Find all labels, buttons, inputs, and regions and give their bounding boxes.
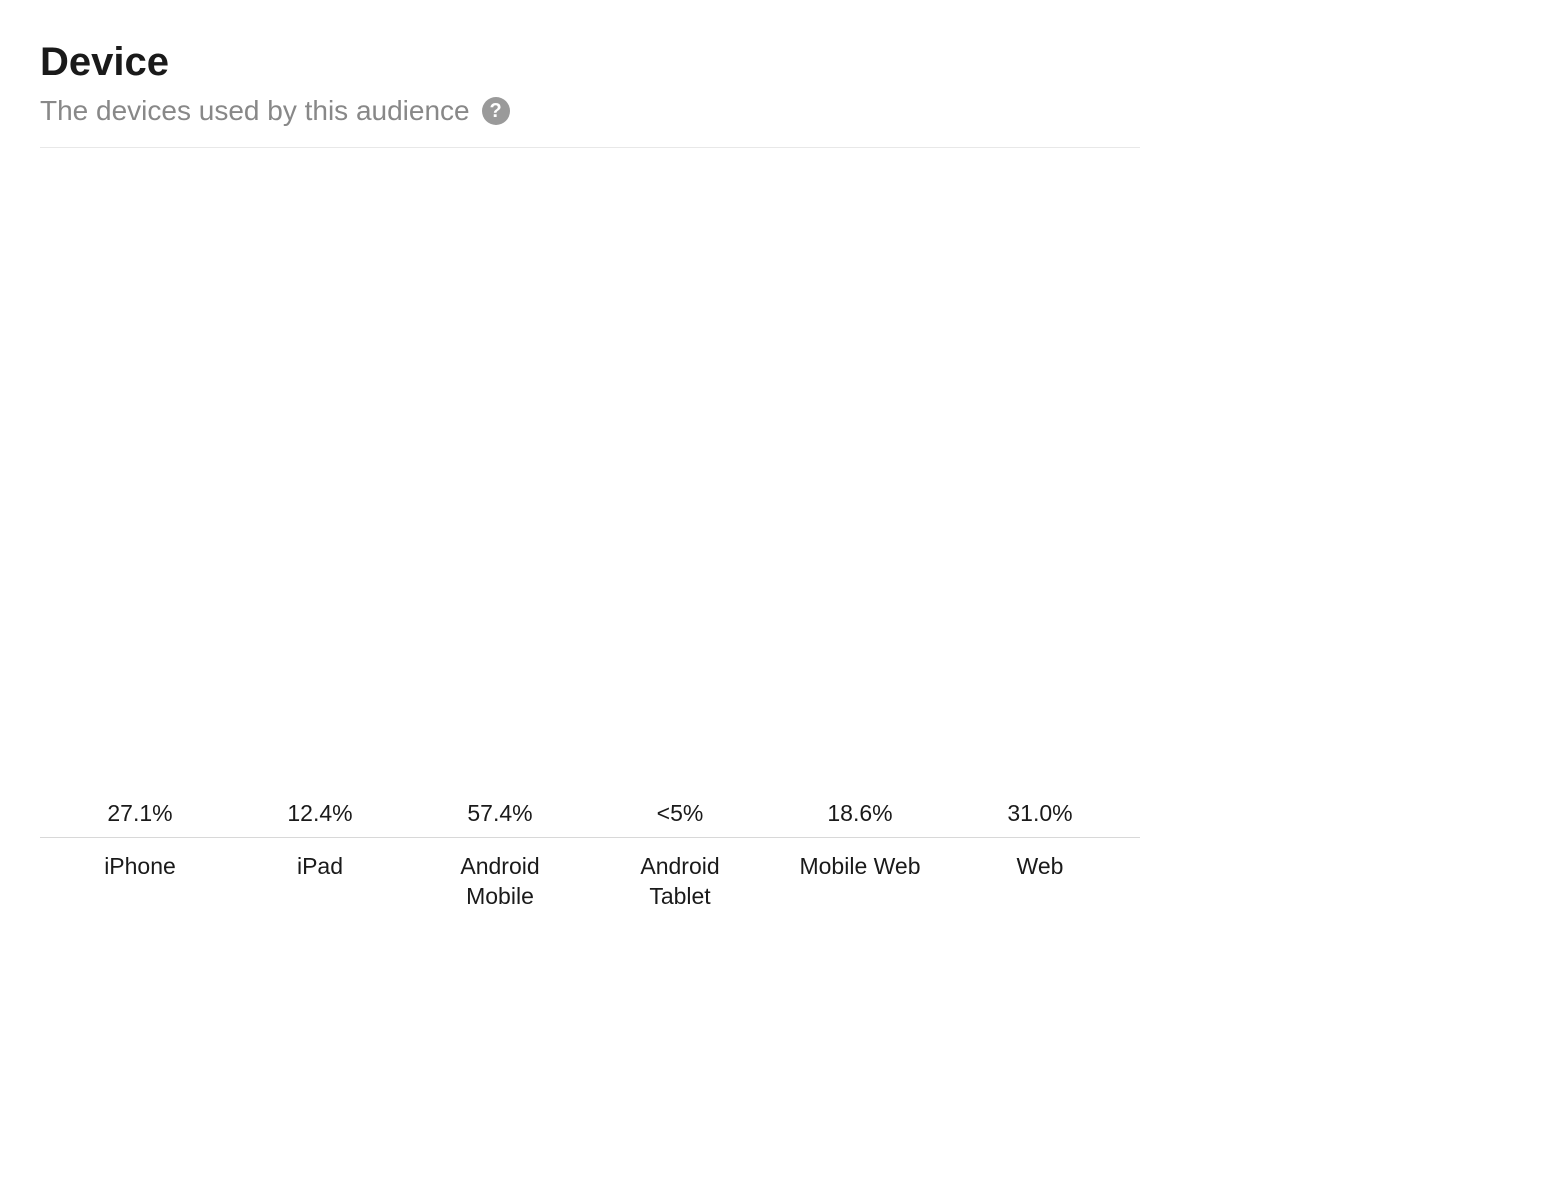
bar-value-label: 27.1% [107,800,172,827]
x-axis-label: Android Tablet [615,852,745,912]
bar-group-iphone: 27.1% [75,800,205,837]
bar-value-label: 57.4% [467,800,532,827]
help-icon[interactable]: ? [482,97,510,125]
bar-group-ipad: 12.4% [255,800,385,837]
x-axis-label: Android Mobile [435,852,565,912]
device-chart-panel: Device The devices used by this audience… [40,40,1140,912]
x-axis-label: iPhone [75,852,205,912]
bar-value-label: 18.6% [827,800,892,827]
bar-group-web: 31.0% [975,800,1105,837]
bar-group-mobile-web: 18.6% [795,800,925,837]
subtitle-row: The devices used by this audience ? [40,95,1140,127]
chart-title: Device [40,40,1140,85]
bar-value-label: 12.4% [287,800,352,827]
chart-subtitle: The devices used by this audience [40,95,470,127]
chart-header: Device The devices used by this audience… [40,40,1140,148]
bar-value-label: 31.0% [1007,800,1072,827]
x-axis-label: iPad [255,852,385,912]
x-axis-label: Web [975,852,1105,912]
x-axis: iPhone iPad Android Mobile Android Table… [40,838,1140,912]
x-axis-label: Mobile Web [795,852,925,912]
bar-group-android-mobile: 57.4% [435,800,565,837]
chart-plot-area: 27.1% 12.4% 57.4% <5% 18.6% 31.0% [40,198,1140,838]
bar-group-android-tablet: <5% [615,800,745,837]
bar-value-label: <5% [657,800,704,827]
